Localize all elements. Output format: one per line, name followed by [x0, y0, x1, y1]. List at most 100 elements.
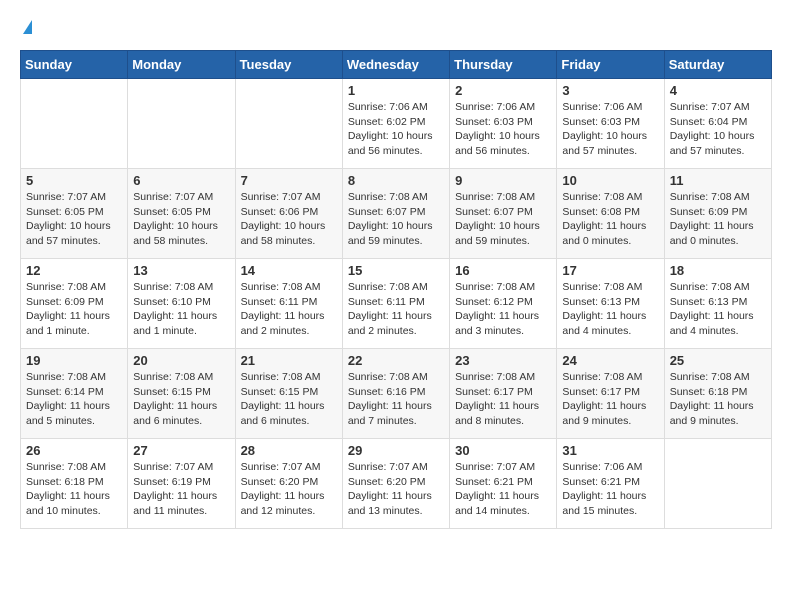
weekday-header-friday: Friday [557, 51, 664, 79]
day-info: Sunrise: 7:08 AM Sunset: 6:13 PM Dayligh… [562, 280, 658, 339]
calendar-cell: 18 Sunrise: 7:08 AM Sunset: 6:13 PM Dayli… [664, 259, 771, 349]
weekday-header-monday: Monday [128, 51, 235, 79]
calendar-cell: 20 Sunrise: 7:08 AM Sunset: 6:15 PM Dayli… [128, 349, 235, 439]
day-number: 19 [26, 353, 122, 368]
calendar-cell: 8 Sunrise: 7:08 AM Sunset: 6:07 PM Daylig… [342, 169, 449, 259]
calendar-cell: 25 Sunrise: 7:08 AM Sunset: 6:18 PM Dayli… [664, 349, 771, 439]
day-number: 31 [562, 443, 658, 458]
calendar-cell: 16 Sunrise: 7:08 AM Sunset: 6:12 PM Dayli… [450, 259, 557, 349]
day-number: 1 [348, 83, 444, 98]
day-info: Sunrise: 7:08 AM Sunset: 6:12 PM Dayligh… [455, 280, 551, 339]
calendar-cell [664, 439, 771, 529]
weekday-header-wednesday: Wednesday [342, 51, 449, 79]
week-row-4: 19Sunrise: 7:08 AM Sunset: 6:14 PM Dayli… [21, 349, 772, 439]
calendar-cell: 2 Sunrise: 7:06 AM Sunset: 6:03 PM Daylig… [450, 79, 557, 169]
calendar-cell: 31Sunrise: 7:06 AM Sunset: 6:21 PM Dayli… [557, 439, 664, 529]
logo [20, 20, 32, 34]
weekday-header-thursday: Thursday [450, 51, 557, 79]
day-number: 5 [26, 173, 122, 188]
calendar-cell: 11Sunrise: 7:08 AM Sunset: 6:09 PM Dayli… [664, 169, 771, 259]
day-number: 17 [562, 263, 658, 278]
day-info: Sunrise: 7:08 AM Sunset: 6:07 PM Dayligh… [455, 190, 551, 249]
day-number: 21 [241, 353, 337, 368]
day-number: 7 [241, 173, 337, 188]
day-info: Sunrise: 7:06 AM Sunset: 6:02 PM Dayligh… [348, 100, 444, 159]
day-info: Sunrise: 7:08 AM Sunset: 6:17 PM Dayligh… [562, 370, 658, 429]
day-number: 15 [348, 263, 444, 278]
day-info: Sunrise: 7:08 AM Sunset: 6:10 PM Dayligh… [133, 280, 229, 339]
calendar-cell: 24 Sunrise: 7:08 AM Sunset: 6:17 PM Dayli… [557, 349, 664, 439]
day-number: 6 [133, 173, 229, 188]
day-info: Sunrise: 7:07 AM Sunset: 6:21 PM Dayligh… [455, 460, 551, 519]
calendar-cell: 30Sunrise: 7:07 AM Sunset: 6:21 PM Dayli… [450, 439, 557, 529]
day-info: Sunrise: 7:08 AM Sunset: 6:11 PM Dayligh… [348, 280, 444, 339]
day-number: 23 [455, 353, 551, 368]
calendar-cell: 22 Sunrise: 7:08 AM Sunset: 6:16 PM Dayli… [342, 349, 449, 439]
day-number: 2 [455, 83, 551, 98]
day-number: 3 [562, 83, 658, 98]
calendar-cell: 23 Sunrise: 7:08 AM Sunset: 6:17 PM Dayli… [450, 349, 557, 439]
weekday-header-row: SundayMondayTuesdayWednesdayThursdayFrid… [21, 51, 772, 79]
page-header [20, 20, 772, 34]
day-number: 27 [133, 443, 229, 458]
day-number: 22 [348, 353, 444, 368]
calendar-cell: 12 Sunrise: 7:08 AM Sunset: 6:09 PM Dayli… [21, 259, 128, 349]
day-info: Sunrise: 7:07 AM Sunset: 6:20 PM Dayligh… [348, 460, 444, 519]
calendar-cell: 4 Sunrise: 7:07 AM Sunset: 6:04 PM Daylig… [664, 79, 771, 169]
day-number: 29 [348, 443, 444, 458]
calendar-cell: 1 Sunrise: 7:06 AM Sunset: 6:02 PM Daylig… [342, 79, 449, 169]
day-number: 20 [133, 353, 229, 368]
calendar-cell: 27Sunrise: 7:07 AM Sunset: 6:19 PM Dayli… [128, 439, 235, 529]
calendar-cell: 6Sunrise: 7:07 AM Sunset: 6:05 PM Daylig… [128, 169, 235, 259]
day-info: Sunrise: 7:06 AM Sunset: 6:03 PM Dayligh… [562, 100, 658, 159]
calendar-cell: 28Sunrise: 7:07 AM Sunset: 6:20 PM Dayli… [235, 439, 342, 529]
day-info: Sunrise: 7:08 AM Sunset: 6:15 PM Dayligh… [241, 370, 337, 429]
day-info: Sunrise: 7:08 AM Sunset: 6:09 PM Dayligh… [26, 280, 122, 339]
day-number: 4 [670, 83, 766, 98]
calendar-cell: 7Sunrise: 7:07 AM Sunset: 6:06 PM Daylig… [235, 169, 342, 259]
week-row-3: 12 Sunrise: 7:08 AM Sunset: 6:09 PM Dayli… [21, 259, 772, 349]
day-number: 8 [348, 173, 444, 188]
calendar-cell: 9 Sunrise: 7:08 AM Sunset: 6:07 PM Daylig… [450, 169, 557, 259]
week-row-5: 26Sunrise: 7:08 AM Sunset: 6:18 PM Dayli… [21, 439, 772, 529]
weekday-header-saturday: Saturday [664, 51, 771, 79]
calendar-cell: 5Sunrise: 7:07 AM Sunset: 6:05 PM Daylig… [21, 169, 128, 259]
day-number: 18 [670, 263, 766, 278]
day-info: Sunrise: 7:08 AM Sunset: 6:13 PM Dayligh… [670, 280, 766, 339]
day-number: 24 [562, 353, 658, 368]
calendar-cell: 17 Sunrise: 7:08 AM Sunset: 6:13 PM Dayli… [557, 259, 664, 349]
day-number: 13 [133, 263, 229, 278]
calendar-cell: 13 Sunrise: 7:08 AM Sunset: 6:10 PM Dayli… [128, 259, 235, 349]
calendar-cell [128, 79, 235, 169]
day-info: Sunrise: 7:08 AM Sunset: 6:07 PM Dayligh… [348, 190, 444, 249]
calendar-cell: 14Sunrise: 7:08 AM Sunset: 6:11 PM Dayli… [235, 259, 342, 349]
day-number: 14 [241, 263, 337, 278]
day-info: Sunrise: 7:07 AM Sunset: 6:04 PM Dayligh… [670, 100, 766, 159]
week-row-1: 1 Sunrise: 7:06 AM Sunset: 6:02 PM Daylig… [21, 79, 772, 169]
day-info: Sunrise: 7:08 AM Sunset: 6:17 PM Dayligh… [455, 370, 551, 429]
day-info: Sunrise: 7:08 AM Sunset: 6:18 PM Dayligh… [670, 370, 766, 429]
day-number: 28 [241, 443, 337, 458]
day-number: 10 [562, 173, 658, 188]
day-info: Sunrise: 7:06 AM Sunset: 6:03 PM Dayligh… [455, 100, 551, 159]
day-number: 25 [670, 353, 766, 368]
calendar-cell: 15 Sunrise: 7:08 AM Sunset: 6:11 PM Dayli… [342, 259, 449, 349]
weekday-header-tuesday: Tuesday [235, 51, 342, 79]
weekday-header-sunday: Sunday [21, 51, 128, 79]
day-info: Sunrise: 7:08 AM Sunset: 6:18 PM Dayligh… [26, 460, 122, 519]
week-row-2: 5Sunrise: 7:07 AM Sunset: 6:05 PM Daylig… [21, 169, 772, 259]
day-number: 9 [455, 173, 551, 188]
day-number: 16 [455, 263, 551, 278]
day-number: 12 [26, 263, 122, 278]
calendar-cell [235, 79, 342, 169]
calendar-cell: 3 Sunrise: 7:06 AM Sunset: 6:03 PM Daylig… [557, 79, 664, 169]
calendar-cell [21, 79, 128, 169]
calendar-cell: 29 Sunrise: 7:07 AM Sunset: 6:20 PM Dayli… [342, 439, 449, 529]
calendar-cell: 26Sunrise: 7:08 AM Sunset: 6:18 PM Dayli… [21, 439, 128, 529]
day-info: Sunrise: 7:08 AM Sunset: 6:09 PM Dayligh… [670, 190, 766, 249]
calendar: SundayMondayTuesdayWednesdayThursdayFrid… [20, 50, 772, 529]
day-info: Sunrise: 7:08 AM Sunset: 6:08 PM Dayligh… [562, 190, 658, 249]
day-info: Sunrise: 7:08 AM Sunset: 6:16 PM Dayligh… [348, 370, 444, 429]
calendar-cell: 19Sunrise: 7:08 AM Sunset: 6:14 PM Dayli… [21, 349, 128, 439]
day-info: Sunrise: 7:08 AM Sunset: 6:15 PM Dayligh… [133, 370, 229, 429]
